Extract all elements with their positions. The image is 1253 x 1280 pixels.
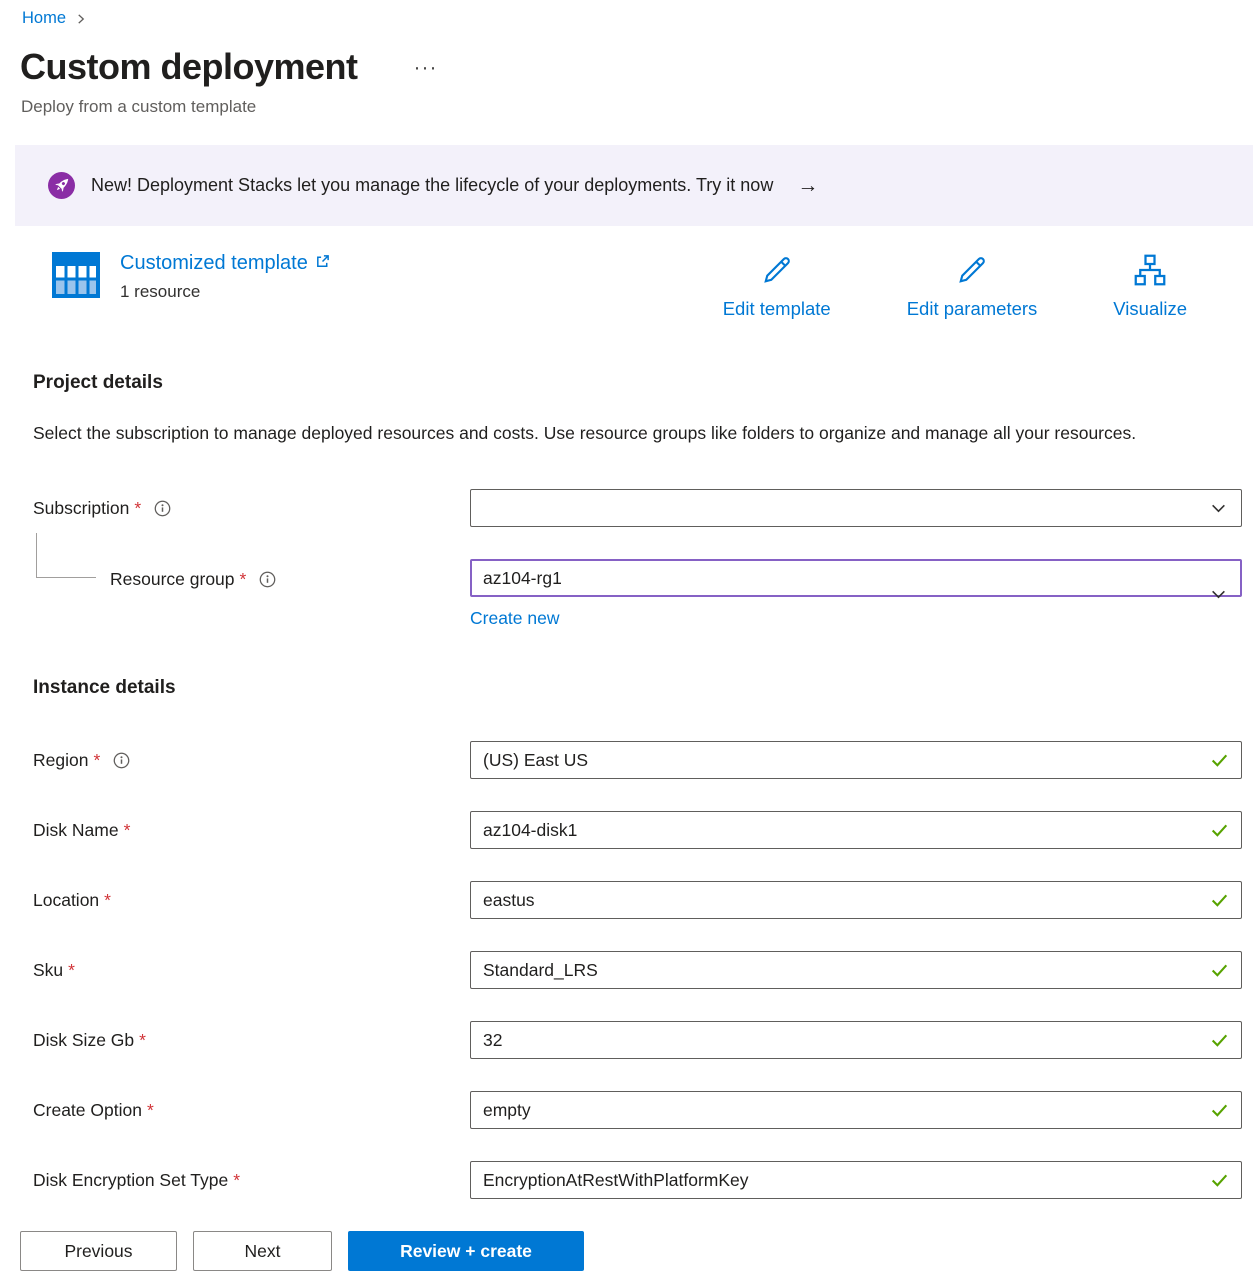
required-marker: *: [104, 890, 111, 911]
project-details-description: Select the subscription to manage deploy…: [33, 418, 1183, 449]
field-row-location: Location *: [33, 881, 1242, 919]
field-row-disk-size-gb: Disk Size Gb *: [33, 1021, 1242, 1059]
disk-name-label: Disk Name: [33, 820, 119, 841]
field-row-sku: Sku *: [33, 951, 1242, 989]
breadcrumb-home-link[interactable]: Home: [22, 9, 66, 28]
chevron-right-icon: [75, 13, 87, 25]
instance-details-form: Region * Disk Name *: [33, 741, 1242, 1199]
subscription-label: Subscription: [33, 498, 129, 519]
project-details-form: Subscription * Resource group *: [33, 489, 1242, 629]
disk-encryption-set-type-label-group: Disk Encryption Set Type *: [33, 1170, 470, 1191]
page-subtitle: Deploy from a custom template: [21, 97, 1253, 117]
hierarchy-icon: [1132, 252, 1168, 293]
required-marker: *: [233, 1170, 240, 1191]
subscription-label-group: Subscription *: [33, 498, 470, 519]
instance-details-heading: Instance details: [33, 677, 1253, 699]
disk-size-gb-input[interactable]: [470, 1021, 1242, 1059]
page-title: Custom deployment: [20, 46, 358, 88]
disk-encryption-set-type-label: Disk Encryption Set Type: [33, 1170, 228, 1191]
valid-checkmark-icon: [1209, 1170, 1230, 1191]
disk-name-input[interactable]: [470, 811, 1242, 849]
template-actions: Edit template Edit parameters: [723, 252, 1187, 320]
field-row-subscription: Subscription *: [33, 489, 1242, 527]
info-icon[interactable]: [154, 500, 171, 517]
field-row-create-option: Create Option *: [33, 1091, 1242, 1129]
custom-deployment-page: Home Custom deployment ··· Deploy from a…: [0, 0, 1253, 1199]
required-marker: *: [68, 960, 75, 981]
template-row: Customized template 1 resource: [52, 252, 1187, 320]
edit-template-button[interactable]: Edit template: [723, 252, 831, 320]
template-name: Customized template: [120, 252, 308, 275]
sku-label-group: Sku *: [33, 960, 470, 981]
create-option-label-group: Create Option *: [33, 1100, 470, 1121]
visualize-button[interactable]: Visualize: [1113, 252, 1187, 320]
valid-checkmark-icon: [1209, 750, 1230, 771]
disk-encryption-set-type-input[interactable]: [470, 1161, 1242, 1199]
disk-name-label-group: Disk Name *: [33, 820, 470, 841]
disk-size-gb-label: Disk Size Gb: [33, 1030, 134, 1051]
required-marker: *: [134, 498, 141, 519]
valid-checkmark-icon: [1209, 890, 1230, 911]
project-details-heading: Project details: [33, 372, 1253, 394]
banner-text: New! Deployment Stacks let you manage th…: [91, 175, 773, 196]
sku-input[interactable]: [470, 951, 1242, 989]
wizard-footer: Previous Next Review + create: [0, 1214, 1253, 1280]
info-icon[interactable]: [259, 571, 276, 588]
required-marker: *: [124, 820, 131, 841]
region-label-group: Region *: [33, 750, 470, 771]
pencil-icon: [954, 252, 990, 293]
field-row-disk-encryption-set-type: Disk Encryption Set Type *: [33, 1161, 1242, 1199]
resource-count: 1 resource: [120, 282, 330, 302]
valid-checkmark-icon: [1209, 1030, 1230, 1051]
required-marker: *: [93, 750, 100, 771]
visualize-label: Visualize: [1113, 298, 1187, 320]
region-input[interactable]: [470, 741, 1242, 779]
template-info: Customized template 1 resource: [52, 252, 330, 303]
valid-checkmark-icon: [1209, 1100, 1230, 1121]
customized-template-link[interactable]: Customized template: [120, 252, 330, 275]
region-label: Region: [33, 750, 88, 771]
field-row-resource-group: Resource group * az104-rg1 Create new: [33, 559, 1242, 629]
pencil-icon: [759, 252, 795, 293]
deployment-stacks-banner[interactable]: New! Deployment Stacks let you manage th…: [15, 145, 1253, 226]
rocket-icon: [48, 172, 75, 199]
chevron-down-icon: [1210, 586, 1227, 603]
review-create-button[interactable]: Review + create: [348, 1231, 584, 1271]
next-button[interactable]: Next: [193, 1231, 332, 1271]
edit-template-label: Edit template: [723, 298, 831, 320]
breadcrumb: Home: [0, 0, 1253, 28]
hierarchy-connector-line: [36, 533, 96, 578]
location-label-group: Location *: [33, 890, 470, 911]
location-label: Location: [33, 890, 99, 911]
arrow-right-icon: →: [797, 174, 818, 198]
required-marker: *: [147, 1100, 154, 1121]
previous-button[interactable]: Previous: [20, 1231, 177, 1271]
location-input[interactable]: [470, 881, 1242, 919]
more-options-button[interactable]: ···: [408, 55, 444, 80]
resource-group-select[interactable]: az104-rg1: [470, 559, 1242, 597]
subscription-select[interactable]: [470, 489, 1242, 527]
create-option-label: Create Option: [33, 1100, 142, 1121]
title-row: Custom deployment ···: [20, 46, 1253, 88]
chevron-down-icon: [1210, 500, 1227, 517]
resource-group-value: az104-rg1: [483, 568, 562, 589]
field-row-region: Region *: [33, 741, 1242, 779]
valid-checkmark-icon: [1209, 820, 1230, 841]
resource-group-label-group: Resource group *: [33, 559, 470, 599]
disk-size-gb-label-group: Disk Size Gb *: [33, 1030, 470, 1051]
template-icon: [52, 252, 100, 303]
field-row-disk-name: Disk Name *: [33, 811, 1242, 849]
resource-group-label: Resource group: [110, 569, 235, 590]
sku-label: Sku: [33, 960, 63, 981]
required-marker: *: [139, 1030, 146, 1051]
info-icon[interactable]: [113, 752, 130, 769]
edit-parameters-button[interactable]: Edit parameters: [907, 252, 1038, 320]
valid-checkmark-icon: [1209, 960, 1230, 981]
required-marker: *: [240, 569, 247, 590]
create-new-link[interactable]: Create new: [470, 608, 560, 629]
edit-parameters-label: Edit parameters: [907, 298, 1038, 320]
create-option-input[interactable]: [470, 1091, 1242, 1129]
external-link-icon: [315, 252, 330, 275]
